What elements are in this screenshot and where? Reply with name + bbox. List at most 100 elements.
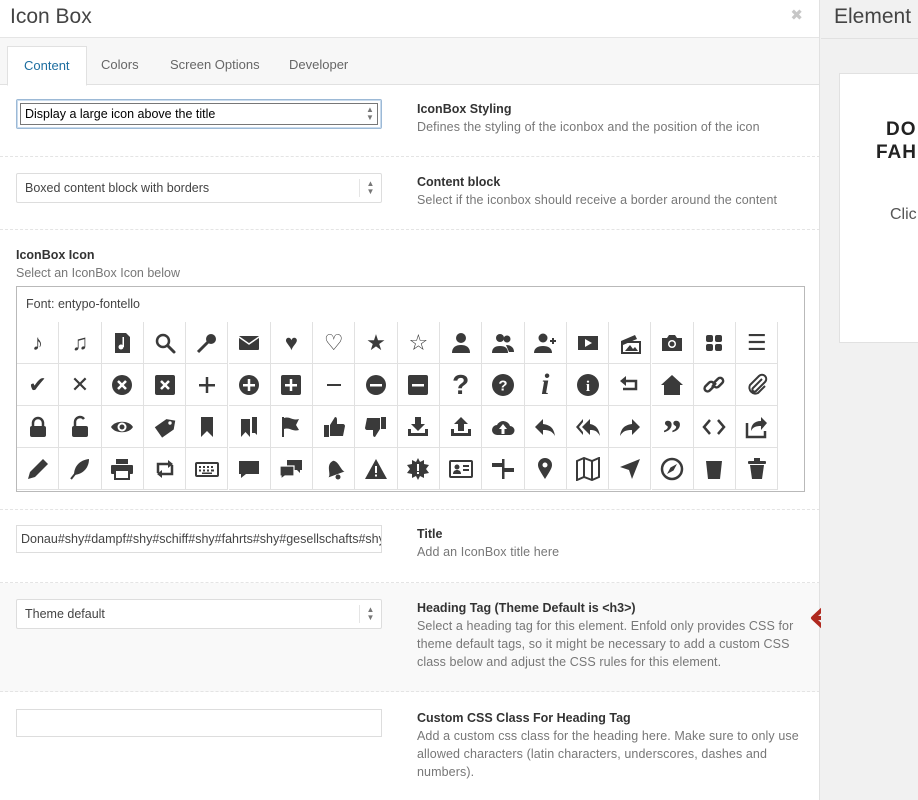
icon-option[interactable] bbox=[397, 448, 440, 490]
icon-option[interactable] bbox=[228, 406, 271, 448]
title-input[interactable]: Donau#shy#dampf#shy#schiff#shy#fahrts#sh… bbox=[16, 525, 382, 553]
pencil-icon bbox=[26, 457, 50, 481]
icon-option[interactable] bbox=[59, 448, 102, 490]
element-preview-panel: Element P DO FAH Clic bbox=[821, 0, 918, 800]
icon-option[interactable] bbox=[566, 448, 610, 490]
icon-option[interactable] bbox=[524, 322, 567, 364]
icon-option[interactable] bbox=[440, 406, 483, 448]
icon-option[interactable]: ” bbox=[651, 406, 694, 453]
icon-option[interactable] bbox=[736, 406, 779, 448]
icon-option[interactable] bbox=[693, 364, 737, 406]
icon-option[interactable] bbox=[313, 448, 356, 490]
preview-divider bbox=[821, 38, 918, 39]
icon-option[interactable] bbox=[566, 406, 610, 448]
icon-option[interactable] bbox=[17, 406, 60, 448]
icon-option[interactable] bbox=[313, 364, 356, 406]
icon-option[interactable]: i bbox=[566, 364, 610, 406]
icon-option[interactable]: ☰ bbox=[736, 322, 779, 364]
icon-option[interactable]: ? bbox=[482, 364, 525, 406]
content-block-select[interactable]: Boxed content block with borders ▲ ▼ bbox=[16, 173, 382, 203]
icon-option[interactable] bbox=[17, 448, 60, 490]
icon-option[interactable] bbox=[59, 406, 102, 448]
icon-option[interactable] bbox=[397, 406, 440, 448]
icon-option[interactable] bbox=[143, 406, 187, 448]
icon-option[interactable] bbox=[651, 322, 694, 364]
icon-option[interactable] bbox=[186, 322, 229, 364]
icon-option[interactable]: ♫ bbox=[59, 322, 102, 364]
icon-option[interactable] bbox=[186, 406, 229, 448]
icon-option[interactable] bbox=[228, 364, 271, 406]
mail-icon bbox=[237, 331, 261, 355]
navigation-icon bbox=[618, 457, 642, 481]
icon-option[interactable] bbox=[524, 448, 567, 490]
icon-option[interactable] bbox=[693, 448, 737, 490]
icon-option[interactable]: ✔ bbox=[17, 364, 60, 406]
icon-option[interactable] bbox=[228, 448, 271, 490]
help-circle-icon: ? bbox=[491, 373, 515, 397]
icon-option[interactable] bbox=[609, 406, 652, 448]
download-icon bbox=[406, 415, 430, 439]
icon-option[interactable] bbox=[524, 406, 567, 448]
icon-option[interactable] bbox=[313, 406, 356, 448]
icon-option[interactable] bbox=[609, 322, 652, 364]
icon-option[interactable] bbox=[228, 322, 271, 364]
icon-option[interactable] bbox=[482, 448, 525, 490]
compass-icon bbox=[660, 457, 684, 481]
icon-option[interactable] bbox=[101, 448, 144, 490]
comment-icon bbox=[237, 457, 261, 481]
icon-option[interactable] bbox=[186, 364, 229, 406]
icon-option[interactable] bbox=[355, 448, 398, 490]
icon-option[interactable] bbox=[482, 406, 525, 448]
icon-option[interactable] bbox=[693, 322, 737, 364]
icon-option[interactable]: ♡ bbox=[313, 322, 356, 364]
icon-option[interactable] bbox=[736, 448, 779, 490]
icon-option[interactable] bbox=[609, 364, 652, 406]
icon-option[interactable] bbox=[566, 322, 610, 364]
icon-option[interactable]: ? bbox=[440, 364, 483, 406]
icon-option[interactable]: ★ bbox=[355, 322, 398, 364]
icon-option[interactable] bbox=[397, 364, 440, 406]
icon-option[interactable] bbox=[143, 448, 187, 490]
icon-option[interactable] bbox=[355, 364, 398, 406]
icon-option[interactable] bbox=[355, 406, 398, 448]
location-icon bbox=[533, 457, 557, 481]
styling-select[interactable]: Display a large icon above the title ▲ ▼ bbox=[16, 99, 382, 129]
icon-option[interactable]: ♪ bbox=[17, 322, 60, 364]
vcard-icon bbox=[448, 457, 473, 481]
custom-css-input[interactable] bbox=[16, 709, 382, 737]
icon-option[interactable] bbox=[482, 322, 525, 364]
tab-content[interactable]: Content bbox=[7, 46, 87, 86]
icon-option[interactable] bbox=[693, 406, 737, 448]
icon-option[interactable] bbox=[651, 448, 694, 490]
quote-icon: ” bbox=[662, 412, 682, 455]
icon-option[interactable] bbox=[270, 406, 314, 448]
alert-icon bbox=[406, 457, 430, 481]
icon-option[interactable] bbox=[736, 364, 779, 406]
icon-option[interactable] bbox=[143, 364, 187, 406]
styling-text: Defines the styling of the iconbox and t… bbox=[417, 120, 760, 134]
icon-option[interactable]: ✕ bbox=[59, 364, 102, 406]
icon-option[interactable] bbox=[186, 448, 229, 490]
map-icon bbox=[575, 456, 600, 481]
bell-icon bbox=[322, 457, 346, 481]
preview-card[interactable]: DO FAH Clic bbox=[839, 73, 918, 343]
icon-option[interactable] bbox=[270, 364, 314, 406]
icon-option[interactable]: ☆ bbox=[397, 322, 440, 364]
tab-developer[interactable]: Developer bbox=[273, 46, 364, 85]
icon-option[interactable]: ♥ bbox=[270, 322, 314, 364]
icon-option[interactable] bbox=[101, 364, 144, 406]
icon-option[interactable] bbox=[609, 448, 652, 490]
music-icon: ♫ bbox=[71, 329, 89, 355]
icon-option[interactable] bbox=[440, 322, 483, 364]
icon-option[interactable] bbox=[143, 322, 187, 364]
icon-option[interactable]: i bbox=[524, 364, 567, 406]
tab-colors[interactable]: Colors bbox=[85, 46, 155, 85]
icon-option[interactable] bbox=[440, 448, 483, 490]
content-block-text: Select if the iconbox should receive a b… bbox=[417, 193, 778, 207]
heading-tag-select[interactable]: Theme default ▲ ▼ bbox=[16, 599, 382, 629]
icon-option[interactable] bbox=[101, 322, 144, 364]
close-icon[interactable]: ✖ bbox=[790, 6, 803, 24]
icon-option[interactable] bbox=[101, 406, 144, 448]
tab-screen-options[interactable]: Screen Options bbox=[154, 46, 276, 85]
icon-option[interactable] bbox=[270, 448, 314, 490]
